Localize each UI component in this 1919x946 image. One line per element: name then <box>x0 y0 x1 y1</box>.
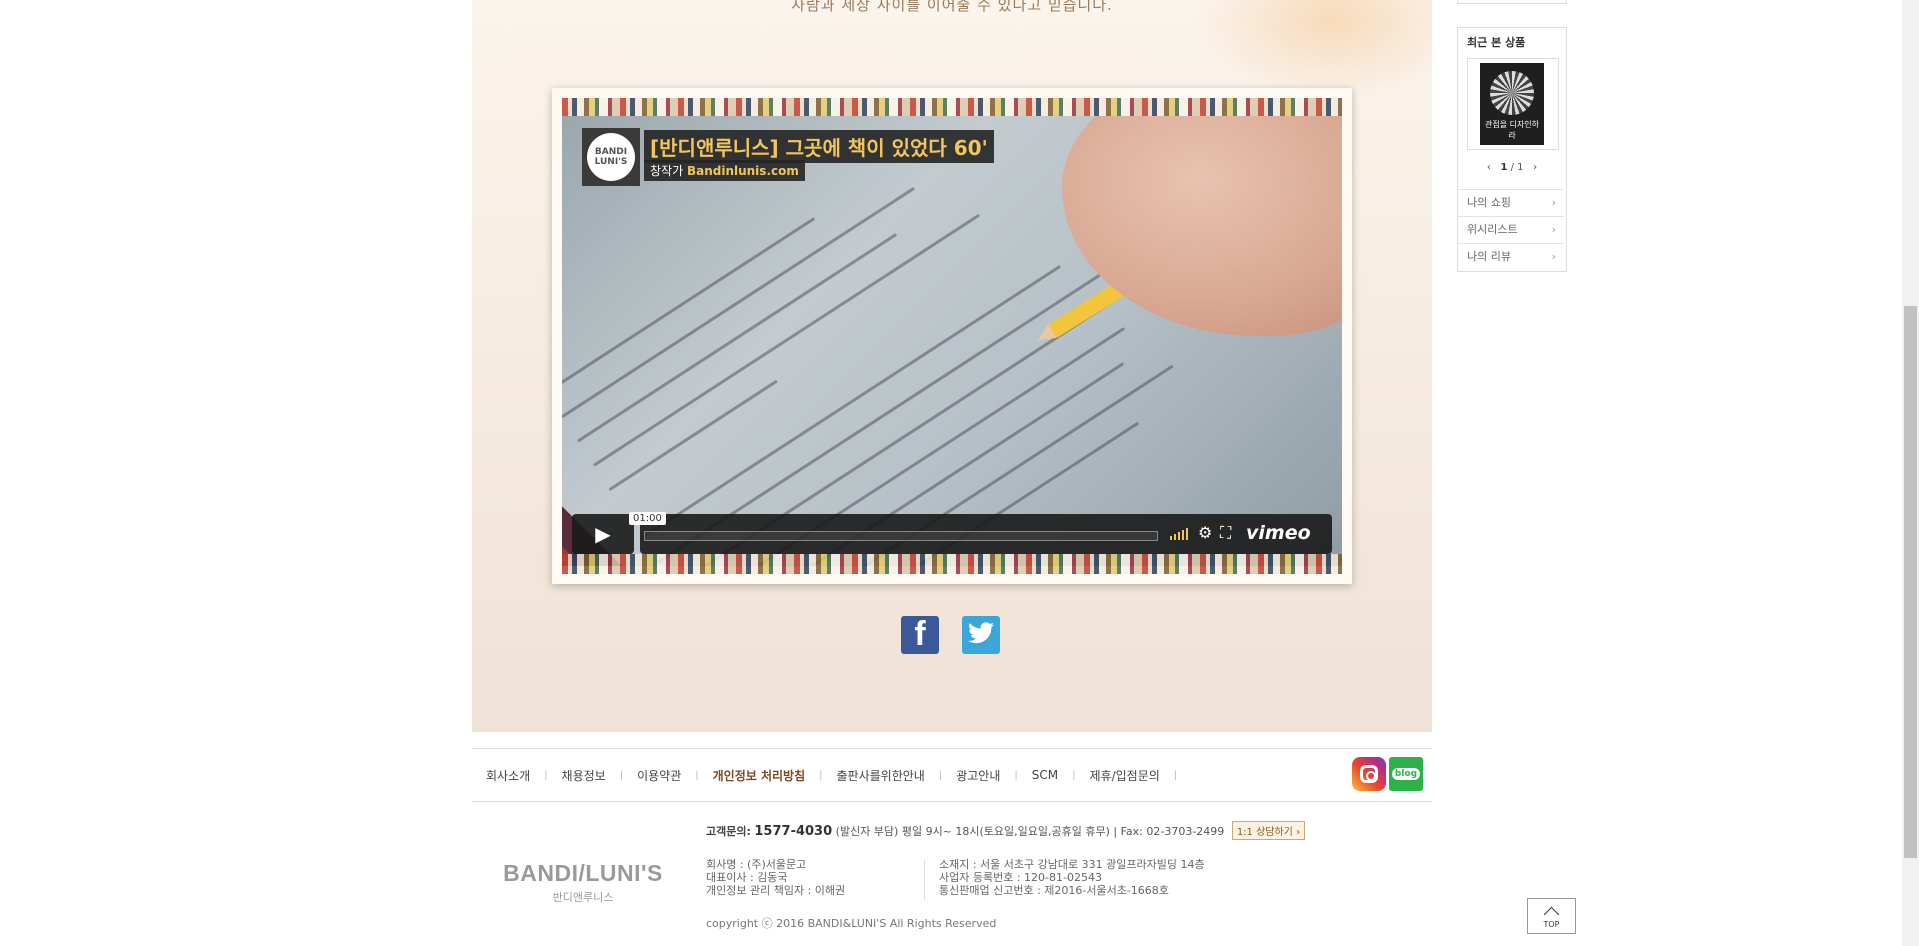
facebook-share-button[interactable]: f <box>901 615 939 654</box>
footer-separator: | <box>938 769 943 781</box>
sidebar-link-my-shopping[interactable]: 나의 쇼핑 › <box>1458 189 1564 214</box>
video-frame: BANDI LUNI'S [반디앤루니스] 그곳에 책이 있었다 60' 창작가… <box>552 88 1352 584</box>
footer-link-scm[interactable]: SCM <box>1032 768 1058 782</box>
sidebar-link-wishlist[interactable]: 위시리스트 › <box>1458 216 1564 241</box>
footer-logo[interactable]: BANDI/LUNI'S 반디앤루니스 <box>500 860 666 905</box>
copyright: copyright ⓒ 2016 BANDI&LUNI'S All Rights… <box>706 917 997 930</box>
company-info-left: 회사명 : (주)서울문고 대표이사 : 김동국 개인정보 관리 책임자 : 이… <box>706 858 845 897</box>
byline-prefix: 창작가 <box>650 164 684 178</box>
footer-separator: | <box>544 769 548 781</box>
channel-logo-line2: LUNI'S <box>594 157 628 167</box>
chevron-right-icon: › <box>1551 250 1556 263</box>
cs-detail: (발신자 부담) 평일 9시~ 18시(토요일,일요일,공휴일 휴무) | Fa… <box>835 825 1225 838</box>
intro-text: 사람과 세상 사이를 이어줄 수 있다고 믿습니다. <box>791 0 1113 14</box>
byline-name[interactable]: Bandinlunis.com <box>687 164 799 178</box>
settings-icon[interactable]: ⚙ <box>1198 523 1212 542</box>
footer-link-publishers[interactable]: 출판사를위한안내 <box>837 767 925 784</box>
footer-nav: 회사소개 | 채용정보 | 이용약관 | 개인정보 처리방침 | 출판사를위한안… <box>472 748 1432 802</box>
twitter-share-button[interactable] <box>962 616 1000 654</box>
sidebar-link-label: 나의 쇼핑 <box>1467 196 1511 209</box>
mail-order-registration: 통신판매업 신고번호 : 제2016-서울서초-1668호 <box>939 884 1169 897</box>
play-button[interactable]: ▶ <box>572 514 634 554</box>
channel-logo: BANDI LUNI'S <box>587 133 635 181</box>
channel-badge[interactable]: BANDI LUNI'S <box>582 128 640 186</box>
video-title[interactable]: [반디앤루니스] 그곳에 책이 있었다 60' <box>644 130 994 163</box>
volume-icon[interactable] <box>1170 528 1188 540</box>
pager-prev-icon[interactable]: ‹ <box>1487 162 1491 173</box>
pager-total: / 1 <box>1510 162 1524 173</box>
time-tooltip: 01:00 <box>629 512 666 525</box>
sidebar-link-label: 나의 리뷰 <box>1467 250 1511 263</box>
video-controls: ▶ 01:00 ⚙ ⛶ vimeo <box>572 512 1332 554</box>
footer-link-terms[interactable]: 이용약관 <box>637 767 681 784</box>
pager-current: 1 <box>1500 162 1508 173</box>
decorative-glow <box>1192 0 1432 100</box>
scrollbar-thumb[interactable] <box>1904 306 1917 858</box>
play-icon: ▶ <box>595 522 611 546</box>
instagram-icon <box>1360 765 1378 783</box>
company-info-right: 소재지 : 서울 서초구 강남대로 331 광일프라자빌딩 14층 사업자 등록… <box>939 858 1205 897</box>
footer-link-partnership[interactable]: 제휴/입점문의 <box>1090 767 1160 784</box>
book-cover-art <box>1490 71 1534 115</box>
company-address: 소재지 : 서울 서초구 강남대로 331 광일프라자빌딩 14층 <box>939 858 1205 871</box>
pager-next-icon[interactable]: › <box>1533 162 1537 173</box>
sidebar-link-my-reviews[interactable]: 나의 리뷰 › <box>1458 243 1564 268</box>
chevron-right-icon: › <box>1551 196 1556 209</box>
logo-korean: 반디앤루니스 <box>552 891 614 904</box>
progress-track[interactable]: 01:00 <box>629 512 1158 541</box>
sidebar-top-box <box>1457 0 1567 4</box>
logo-english: BANDI/LUNI'S <box>503 860 663 886</box>
recent-product-thumbnail[interactable]: 관점을 디자인하라 <box>1467 58 1559 150</box>
page-scrollbar[interactable] <box>1902 0 1919 946</box>
bookshelf-strip-bottom <box>562 554 1342 574</box>
footer-separator: | <box>1173 769 1178 781</box>
chevron-right-icon: › <box>1551 223 1556 236</box>
sidebar-link-label: 위시리스트 <box>1467 223 1518 236</box>
recent-products-panel: 최근 본 상품 관점을 디자인하라 ‹ 1 / 1 › 나의 쇼핑 › 위시리스… <box>1457 27 1567 272</box>
blog-button[interactable]: blog <box>1389 757 1423 791</box>
cs-phone-number: 1577-4030 <box>754 824 833 839</box>
footer-link-privacy[interactable]: 개인정보 처리방침 <box>713 767 806 784</box>
customer-service-line: 고객문의: 1577-4030 (발신자 부담) 평일 9시~ 18시(토요일,… <box>706 821 1306 840</box>
business-registration: 사업자 등록번호 : 120-81-02543 <box>939 871 1102 884</box>
info-divider <box>924 860 925 900</box>
scroll-top-button[interactable]: TOP <box>1527 898 1576 934</box>
book-cover-title: 관점을 디자인하라 <box>1484 120 1540 140</box>
cs-label: 고객문의: <box>706 825 751 838</box>
instagram-button[interactable] <box>1352 757 1386 791</box>
video-byline[interactable]: 창작가 Bandinlunis.com <box>644 160 805 181</box>
channel-logo-line1: BANDI <box>594 147 628 157</box>
footer-separator: | <box>1014 769 1018 781</box>
one-to-one-chat-button[interactable]: 1:1 상담하기 › <box>1231 821 1306 840</box>
recent-products-title: 최근 본 상품 <box>1467 36 1526 49</box>
vimeo-logo[interactable]: vimeo <box>1246 522 1311 544</box>
company-name: 회사명 : (주)서울문고 <box>706 858 807 871</box>
footer-separator: | <box>619 769 624 781</box>
footer-separator: | <box>1072 769 1076 781</box>
footer-separator: | <box>695 769 699 781</box>
fullscreen-icon[interactable]: ⛶ <box>1220 523 1231 543</box>
footer-link-advertising[interactable]: 광고안내 <box>956 767 1000 784</box>
control-bar: 01:00 ⚙ ⛶ vimeo <box>629 512 1332 554</box>
footer-link-careers[interactable]: 채용정보 <box>562 767 606 784</box>
privacy-officer: 개인정보 관리 책임자 : 이해권 <box>706 884 846 897</box>
facebook-icon: f <box>914 615 926 653</box>
ceo-name: 대표이사 : 김동국 <box>706 871 788 884</box>
video-player[interactable]: BANDI LUNI'S [반디앤루니스] 그곳에 책이 있었다 60' 창작가… <box>562 116 1342 566</box>
blog-icon: blog <box>1391 768 1421 780</box>
book-cover: 관점을 디자인하라 <box>1480 63 1544 145</box>
bookshelf-strip-top <box>562 98 1342 118</box>
recent-pager: ‹ 1 / 1 › <box>1458 162 1566 173</box>
footer-separator: | <box>819 769 823 781</box>
twitter-icon <box>968 621 994 649</box>
footer-link-company[interactable]: 회사소개 <box>486 767 530 784</box>
